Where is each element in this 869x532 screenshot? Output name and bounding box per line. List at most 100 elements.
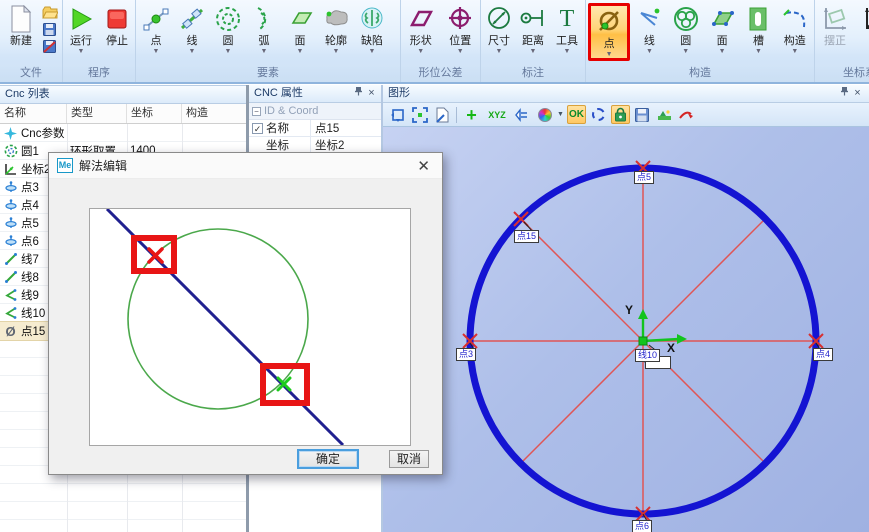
collapse-icon[interactable]: − <box>252 107 261 116</box>
save-icon[interactable] <box>41 22 58 37</box>
dropdown-caret: ▼ <box>646 48 653 55</box>
tolerance-shape-label: 形状 <box>410 35 432 48</box>
feature-label-point3[interactable]: 点3 <box>456 348 476 361</box>
element-defect-button[interactable]: 缺陷 ▼ <box>354 3 390 55</box>
new-file-label: 新建 <box>10 35 32 48</box>
star-icon <box>3 126 18 140</box>
annotation-size-button[interactable]: 尺寸 ▼ <box>483 3 515 55</box>
color-wheel-icon[interactable] <box>535 105 554 124</box>
group-label-program: 程序 <box>63 66 135 82</box>
construct-face-button[interactable]: 面 ▼ <box>705 3 739 55</box>
group-label-tolerance: 形位公差 <box>401 66 480 82</box>
stop-square-icon <box>105 3 129 35</box>
item-name: 点15 <box>21 323 45 339</box>
element-line-label: 线 <box>187 35 198 48</box>
feature-label-point6[interactable]: 点6 <box>632 520 652 532</box>
measure-circle-icon <box>214 3 242 35</box>
save-view-icon[interactable] <box>633 105 652 124</box>
element-face-button[interactable]: 面 ▼ <box>282 3 318 55</box>
run-play-icon <box>68 3 94 35</box>
column-header-name[interactable]: 名称 <box>0 104 67 123</box>
column-header-coord[interactable]: 坐标 <box>127 104 182 123</box>
run-button[interactable]: 运行 ▼ <box>65 3 97 55</box>
group-label-construction: 构造 <box>586 66 814 82</box>
construct-slot-button[interactable]: 槽 ▼ <box>741 3 775 55</box>
tolerance-position-button[interactable]: 位置 ▼ <box>443 3 479 55</box>
line-icon <box>3 270 18 284</box>
new-file-button[interactable]: 新建 <box>2 3 40 48</box>
ribbon-group-tolerance: 形状 ▼ 位置 ▼ 形位公差 <box>401 0 481 82</box>
tolerance-shape-button[interactable]: 形状 ▼ <box>403 3 439 55</box>
dashed-circle-icon[interactable] <box>589 105 608 124</box>
construct-line-button[interactable]: 线 ▼ <box>632 3 666 55</box>
pan-window-icon[interactable] <box>388 105 407 124</box>
feature-label-point4[interactable]: 点4 <box>813 348 833 361</box>
swap-arrows-icon[interactable] <box>513 105 532 124</box>
close-icon[interactable]: ✕ <box>413 157 434 175</box>
pin-icon[interactable] <box>838 85 851 102</box>
lock-icon[interactable] <box>611 105 630 124</box>
solution-canvas[interactable] <box>89 208 411 446</box>
ribbon: 新建 文件 <box>0 0 869 84</box>
dropdown-caret: ▼ <box>189 48 196 55</box>
coordsys-button[interactable]: 坐 <box>857 3 869 48</box>
construct-circle-button[interactable]: 圆 ▼ <box>669 3 703 55</box>
close-icon[interactable]: × <box>365 85 378 102</box>
group-label-elements: 要素 <box>136 66 400 82</box>
element-line-button[interactable]: 线 ▼ <box>174 3 210 55</box>
plus-icon[interactable]: + <box>462 105 481 124</box>
pin-icon[interactable] <box>352 85 365 102</box>
annotation-tool-button[interactable]: T 工具 ▼ <box>551 3 583 55</box>
page-export-icon[interactable] <box>432 105 451 124</box>
dropdown-caret: ▼ <box>791 48 798 55</box>
cnc-list-header: 名称 类型 坐标 构造 <box>0 104 246 124</box>
rotate-arrow-icon[interactable] <box>677 105 696 124</box>
stop-button[interactable]: 停止 <box>101 3 133 48</box>
checkbox-checked-icon[interactable]: ✓ <box>252 123 263 134</box>
item-name: 点4 <box>21 197 39 213</box>
dropdown-caret: ▼ <box>297 48 304 55</box>
property-value[interactable]: 坐标2 <box>311 137 383 153</box>
open-folder-icon[interactable] <box>41 5 58 20</box>
angle-icon <box>3 306 18 320</box>
angle-icon <box>3 288 18 302</box>
feature-label-point5[interactable]: 点5 <box>634 171 654 184</box>
shape-parallelogram-icon <box>407 3 435 35</box>
close-icon[interactable]: × <box>851 85 864 102</box>
column-header-construct[interactable]: 构造 <box>182 104 246 123</box>
annotation-distance-label: 距离 <box>522 35 544 48</box>
element-arc-button[interactable]: 弧 ▼ <box>246 3 282 55</box>
property-value[interactable]: 点15 <box>311 120 383 136</box>
ribbon-group-construction: 点 ▼ 线 ▼ 圆 ▼ <box>586 0 815 82</box>
ok-button[interactable]: 确定 <box>297 449 359 469</box>
construct-face-icon <box>708 3 736 35</box>
construct-point-icon <box>596 6 622 38</box>
graphics-drawing <box>383 127 869 532</box>
graphics-canvas[interactable]: Y X 点5 点15 点3 点4 线10 点6 <box>383 127 869 532</box>
dropdown-caret: ▼ <box>261 48 268 55</box>
save-as-icon[interactable] <box>41 39 58 54</box>
properties-group-header[interactable]: − ID & Coord <box>249 103 383 120</box>
item-name: 线7 <box>21 251 39 267</box>
align-button[interactable]: 摆正 <box>817 3 853 48</box>
feature-label-line10[interactable]: 线10 <box>635 349 660 362</box>
dialog-titlebar[interactable]: Me 解法编辑 ✕ <box>49 153 442 179</box>
circle-icon <box>3 144 18 158</box>
fit-view-icon[interactable] <box>410 105 429 124</box>
annotation-distance-button[interactable]: 距离 ▼ <box>517 3 549 55</box>
element-circle-button[interactable]: 圆 ▼ <box>210 3 246 55</box>
construct-point-button[interactable]: 点 ▼ <box>588 3 630 61</box>
ok-toggle-icon[interactable]: OK <box>567 105 586 124</box>
dropdown-caret[interactable]: ▼ <box>557 111 564 118</box>
construct-slot-icon <box>744 3 772 35</box>
xyz-icon[interactable]: XYZ <box>484 105 510 124</box>
element-point-button[interactable]: 点 ▼ <box>138 3 174 55</box>
feature-label-point15[interactable]: 点15 <box>514 230 539 243</box>
cancel-button[interactable]: 取消 <box>389 450 429 468</box>
construct-corner-button[interactable]: 构造 ▼ <box>778 3 812 55</box>
legend-icon[interactable] <box>655 105 674 124</box>
list-item[interactable]: Cnc参数 <box>0 124 246 142</box>
element-profile-button[interactable]: 轮廓 ▼ <box>318 3 354 55</box>
property-label: 名称 <box>266 120 289 136</box>
column-header-type[interactable]: 类型 <box>67 104 127 123</box>
